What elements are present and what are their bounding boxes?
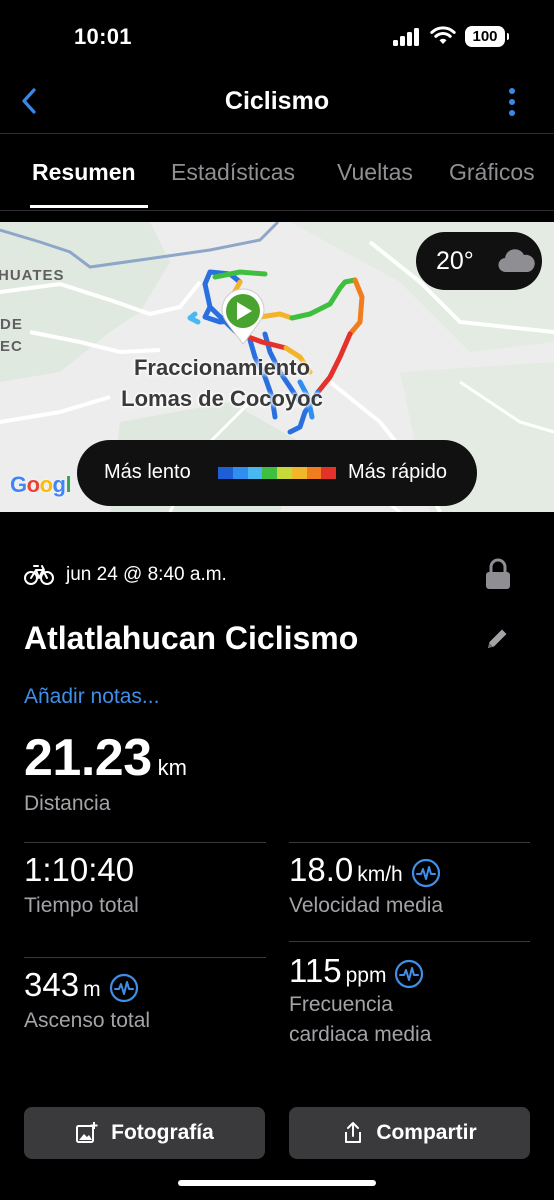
pulse-icon[interactable] [411,858,441,888]
map-label-ec: EC [0,338,23,355]
bicycle-icon [24,565,54,585]
wifi-icon [430,26,456,44]
add-photo-icon [76,1122,98,1143]
divider [24,957,266,958]
pulse-icon[interactable] [394,959,424,989]
map-place-line1: Fraccionamiento [133,355,311,380]
avg-heart-rate-label: Frecuencia cardiaca media [289,990,431,1050]
weather-badge: 20° [416,232,542,290]
avg-heart-rate-label-line2: cardiaca media [289,1023,432,1046]
legend-color-bar [218,467,336,479]
google-attribution: Googl [10,472,72,497]
total-ascent-label: Ascenso total [24,1009,151,1032]
cloud-icon [498,249,535,273]
distance-value: 21.23 km [24,728,187,788]
total-time-label: Tiempo total [24,894,139,917]
avg-speed-unit: km/h [357,863,403,886]
avg-heart-rate-number: 115 [289,952,342,989]
photo-button-label: Fotografía [111,1121,214,1144]
avg-speed-label: Velocidad media [289,894,444,917]
total-time-value: 1:10:40 [24,851,134,889]
activity-title: Atlatlahucan Ciclismo [24,620,359,656]
active-tab-indicator [30,205,148,208]
avg-speed-number: 18.0 [289,851,354,888]
vertical-ellipsis-icon[interactable] [505,88,519,118]
total-ascent-unit: m [83,978,101,1001]
map-place-label: Fraccionamiento Lomas de Cocoyoc [104,352,340,414]
tab-resumen[interactable]: Resumen [32,159,136,186]
divider [289,842,530,843]
add-notes-link[interactable]: Añadir notas... [24,685,159,709]
avg-speed-value: 18.0 km/h [289,851,441,892]
battery-icon: 100 [465,26,509,47]
legend-fast-label: Más rápido [348,461,447,483]
total-ascent-value: 343 m [24,966,139,1007]
tab-graficos[interactable]: Gráficos [449,159,535,186]
avg-heart-rate-value: 115 ppm [289,952,424,993]
total-time-number: 1:10:40 [24,851,135,888]
lock-icon[interactable] [484,558,512,590]
photo-button[interactable]: Fotografía [24,1107,265,1159]
cellular-signal-icon [393,28,419,46]
share-button[interactable]: Compartir [289,1107,530,1159]
avg-heart-rate-unit: ppm [345,964,387,987]
nav-bar: Ciclismo [0,72,554,134]
home-indicator[interactable] [178,1180,376,1186]
distance-unit: km [157,755,187,780]
speed-legend: Más lento Más rápido [77,440,477,506]
pulse-icon[interactable] [109,973,139,1003]
activity-meta: jun 24 @ 8:40 a.m. [24,558,524,594]
avg-heart-rate-label-line1: Frecuencia [289,993,393,1016]
page-title: Ciclismo [224,87,330,115]
share-icon [345,1122,362,1143]
distance-number: 21.23 [24,729,152,787]
weather-temperature: 20° [436,246,474,275]
map-label-huates: HUATES [0,267,65,284]
status-time: 10:01 [74,24,132,49]
tab-estadisticas[interactable]: Estadísticas [171,159,295,186]
map-label-de: DE [0,316,23,333]
tab-bar: Resumen Estadísticas Vueltas Gráficos [0,135,554,211]
total-ascent-number: 343 [24,966,80,1003]
activity-date: jun 24 @ 8:40 a.m. [66,564,227,585]
status-bar: 10:01 100 [0,0,554,72]
legend-slow-label: Más lento [104,461,191,483]
map-place-line2: Lomas de Cocoyoc [121,386,323,411]
distance-label: Distancia [24,792,111,815]
pencil-icon[interactable] [484,626,510,652]
tab-vueltas[interactable]: Vueltas [337,159,413,186]
start-marker [221,288,265,345]
route-map[interactable]: HUATES DE EC Fraccionamiento Lomas de Co… [0,222,554,512]
divider [24,842,266,843]
divider [289,941,530,942]
share-button-label: Compartir [376,1121,477,1144]
